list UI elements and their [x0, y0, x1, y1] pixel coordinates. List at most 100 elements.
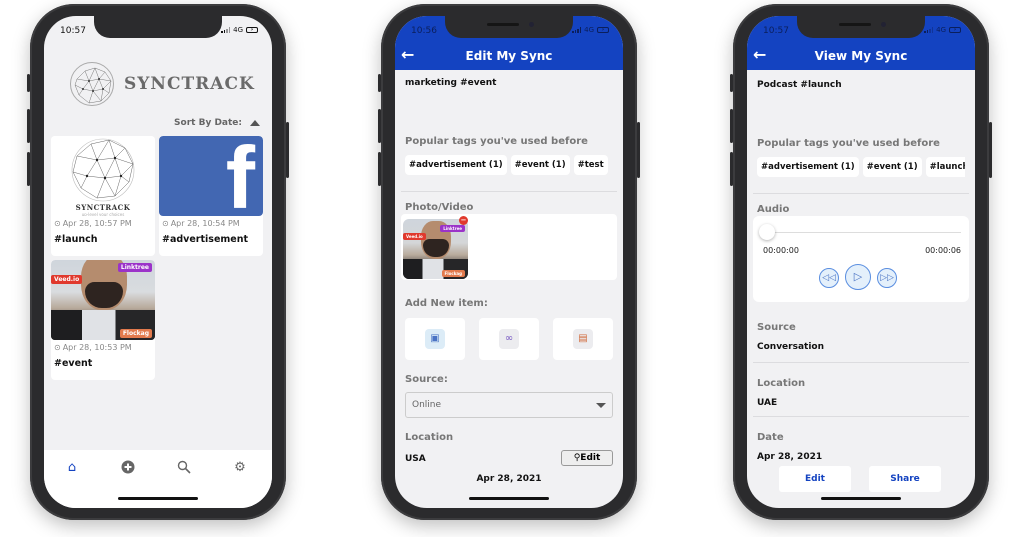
network-label: 4G	[233, 26, 243, 34]
battery-icon: ⚡	[246, 27, 258, 33]
thumbnail-brand: SYNCTRACK	[75, 203, 131, 212]
bottom-tab-bar: ⌂ ⚙	[44, 450, 272, 508]
audio-current-time: 00:00:00	[763, 246, 799, 255]
date-value: Apr 28, 2021	[757, 452, 823, 462]
home-indicator	[469, 497, 549, 500]
add-image-button[interactable]: ▣	[405, 318, 465, 360]
facebook-thumbnail: f	[159, 136, 263, 216]
audio-player: 00:00:00 00:00:06 ◁◁ ▷ ▷▷	[753, 216, 969, 302]
overlay-label: Veed.io	[51, 275, 83, 284]
card-tag: #launch	[54, 234, 98, 245]
phone-home: 10:57 4G ⚡ SYNCTRACK Sort By Date: SYNCT…	[27, 4, 289, 520]
edit-location-label: Edit	[580, 453, 601, 463]
source-label: Source	[757, 322, 796, 333]
search-icon[interactable]	[174, 460, 194, 476]
network-label: 4G	[936, 26, 946, 34]
page-title: View My Sync	[814, 49, 908, 63]
document-icon: ▤	[573, 329, 593, 349]
sync-card[interactable]: Veed.io Linktree Flockag ⊙ Apr 28, 10:53 …	[51, 260, 155, 380]
battery-icon: ⚡	[597, 27, 609, 33]
thumbnail-tagline: up-level your choices	[81, 212, 125, 216]
audio-progress-track[interactable]	[767, 232, 961, 233]
audio-duration: 00:00:06	[925, 246, 961, 255]
app-logo: SYNCTRACK	[70, 62, 255, 106]
image-icon: ▣	[425, 329, 445, 349]
home-indicator	[821, 497, 901, 500]
facebook-logo-icon: f	[225, 136, 255, 216]
home-indicator	[118, 497, 198, 500]
date-value: Apr 28, 2021	[476, 474, 542, 484]
location-label: Location	[405, 432, 454, 443]
media-gallery: Veed.io Linktree Flockag −	[401, 214, 617, 280]
source-select[interactable]: Online	[405, 392, 613, 418]
photo-video-label: Photo/Video	[405, 202, 474, 213]
source-label: Source:	[405, 374, 448, 385]
divider	[753, 416, 969, 417]
sort-control[interactable]: Sort By Date:	[174, 118, 260, 128]
audio-scrubber-handle[interactable]	[759, 224, 775, 240]
power-button	[286, 122, 289, 178]
signal-icon	[924, 27, 934, 33]
source-value: Conversation	[757, 342, 825, 352]
overlay-label: Flockag	[441, 270, 465, 277]
home-icon[interactable]: ⌂	[62, 460, 82, 476]
tag-chip[interactable]: #event (1)	[862, 157, 922, 177]
card-timestamp: Apr 28, 10:54 PM	[170, 219, 240, 228]
globe-logo-icon	[70, 62, 114, 106]
audio-label: Audio	[757, 204, 790, 215]
fast-forward-icon[interactable]: ▷▷	[877, 268, 897, 288]
add-document-button[interactable]: ▤	[553, 318, 613, 360]
tag-chip[interactable]: #test	[573, 155, 608, 175]
popular-tags: #advertisement (1) #event (1) #test	[405, 155, 613, 175]
add-link-button[interactable]: ∞	[479, 318, 539, 360]
sync-card[interactable]: SYNCTRACK up-level your choices ⊙ Apr 28,…	[51, 136, 155, 256]
battery-icon: ⚡	[949, 27, 961, 33]
remove-media-icon[interactable]: −	[459, 216, 468, 225]
share-button[interactable]: Share	[869, 466, 941, 492]
tag-chip[interactable]: #event (1)	[510, 155, 570, 175]
tag-chip[interactable]: #launch	[925, 157, 965, 177]
add-circle-icon[interactable]	[118, 460, 138, 476]
chevron-down-icon	[596, 403, 606, 408]
source-value: Online	[412, 400, 442, 410]
divider	[753, 193, 969, 194]
popular-tags-label: Popular tags you've used before	[757, 138, 940, 149]
play-icon[interactable]: ▷	[845, 264, 871, 290]
home-screen: 10:57 4G ⚡ SYNCTRACK Sort By Date: SYNCT…	[44, 16, 272, 508]
network-label: 4G	[584, 26, 594, 34]
description-field[interactable]: marketing #event	[405, 78, 613, 88]
overlay-label: Veed.io	[403, 233, 426, 240]
sort-label: Sort By Date:	[174, 118, 242, 128]
card-timestamp: Apr 28, 10:53 PM	[62, 343, 132, 352]
tag-chip[interactable]: #advertisement (1)	[757, 157, 859, 177]
overlay-label: Linktree	[117, 263, 152, 272]
gear-icon[interactable]: ⚙	[230, 460, 250, 476]
clock-icon: ⊙	[54, 343, 61, 352]
location-label: Location	[757, 378, 806, 389]
signal-icon	[572, 27, 582, 33]
view-screen: ← View My Sync 10:57 4G ⚡ Podcast #launc…	[747, 16, 975, 508]
sync-grid: SYNCTRACK up-level your choices ⊙ Apr 28,…	[51, 136, 263, 380]
tag-chip[interactable]: #advertisement (1)	[405, 155, 507, 175]
notch	[94, 16, 222, 38]
rewind-icon[interactable]: ◁◁	[819, 268, 839, 288]
page-title: Edit My Sync	[465, 49, 553, 63]
phone-view: ← View My Sync 10:57 4G ⚡ Podcast #launc…	[730, 4, 992, 520]
card-timestamp: Apr 28, 10:57 PM	[62, 219, 132, 228]
media-thumbnail[interactable]: Veed.io Linktree Flockag	[403, 219, 468, 279]
status-time: 10:56	[411, 26, 437, 36]
divider	[753, 362, 969, 363]
synctrack-thumbnail: SYNCTRACK up-level your choices	[51, 136, 155, 216]
edit-screen: ← Edit My Sync 10:56 4G ⚡ marketing #eve…	[395, 16, 623, 508]
edit-button[interactable]: Edit	[779, 466, 851, 492]
add-new-label: Add New item:	[405, 298, 488, 309]
link-icon: ∞	[499, 329, 519, 349]
sync-card[interactable]: f ⊙ Apr 28, 10:54 PM #advertisement	[159, 136, 263, 256]
popular-tags-label: Popular tags you've used before	[405, 136, 588, 147]
edit-location-button[interactable]: ⚲Edit	[561, 450, 613, 466]
location-value: UAE	[757, 398, 778, 408]
sort-ascending-icon[interactable]	[250, 120, 260, 126]
volume-up-button	[27, 109, 30, 143]
clock-icon: ⊙	[162, 219, 169, 228]
brand-name: SYNCTRACK	[124, 74, 255, 94]
